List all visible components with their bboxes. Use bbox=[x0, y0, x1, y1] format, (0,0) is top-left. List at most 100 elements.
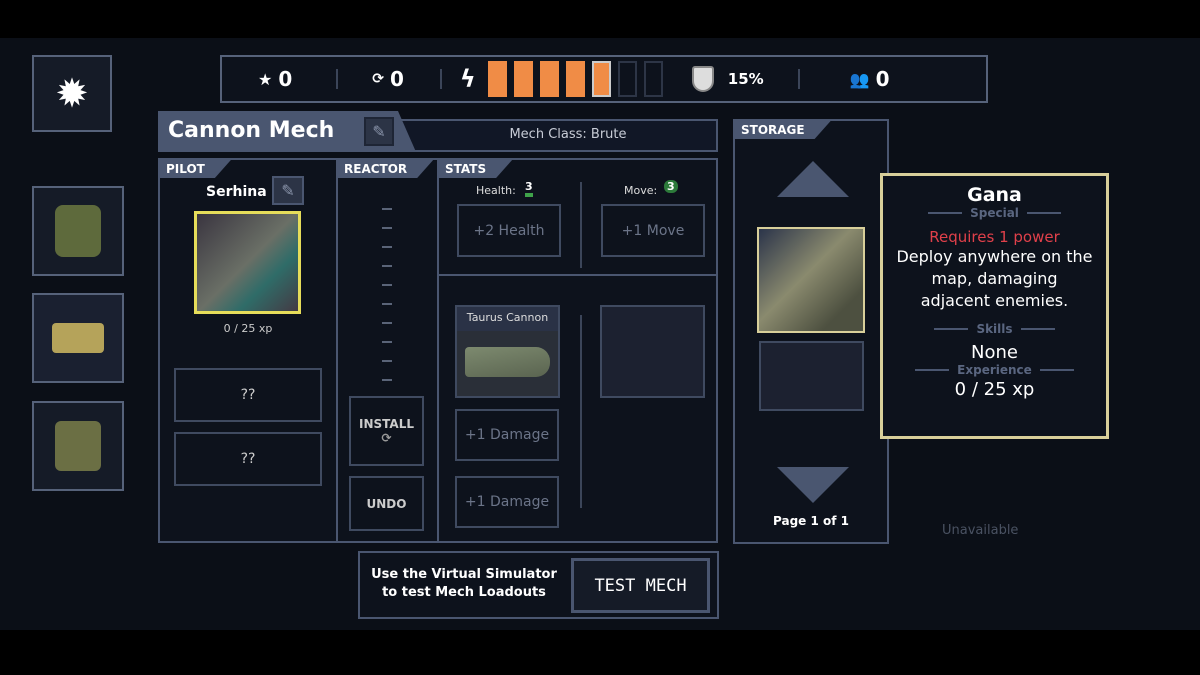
star-counter: ★ 0 bbox=[258, 67, 292, 91]
resource-bar: ★ 0 ⟳ 0 ϟ 15% 👥 0 bbox=[220, 55, 988, 103]
pilot-section: PILOT Serhina ✎ 0 / 25 xp ?? ?? bbox=[160, 160, 336, 540]
power-cell bbox=[643, 61, 663, 97]
mech-select-1[interactable] bbox=[32, 186, 124, 276]
storage-panel: STORAGE Page 1 of 1 bbox=[733, 119, 889, 544]
pencil-icon: ✎ bbox=[281, 181, 295, 200]
reactor-slot bbox=[382, 265, 392, 267]
tooltip-description: Deploy anywhere on the map, damaging adj… bbox=[896, 247, 1093, 310]
power-bar bbox=[487, 61, 670, 97]
storage-slot-empty[interactable] bbox=[759, 341, 864, 411]
pilot-label: PILOT bbox=[160, 160, 231, 178]
stored-pilot-gana[interactable] bbox=[757, 227, 865, 333]
pilot-portrait[interactable] bbox=[194, 211, 301, 314]
reactor-slot bbox=[382, 322, 392, 324]
settings-button[interactable]: ✹ bbox=[32, 55, 112, 132]
reputation-counter: ⟳ 0 bbox=[372, 67, 404, 91]
test-mech-label: TEST MECH bbox=[594, 575, 687, 596]
star-icon: ★ bbox=[258, 69, 273, 89]
mech-select-3[interactable] bbox=[32, 401, 124, 491]
undo-label: UNDO bbox=[366, 496, 407, 511]
reputation-value: 0 bbox=[390, 67, 404, 91]
reactor-label: REACTOR bbox=[338, 160, 433, 178]
special-header: Special bbox=[883, 206, 1106, 220]
mech-class: Mech Class: Brute bbox=[509, 127, 627, 142]
cannon-icon bbox=[465, 347, 550, 377]
power-cell bbox=[591, 61, 611, 97]
pilot-counter: 👥 0 bbox=[850, 67, 890, 91]
reputation-icon: ⟳ bbox=[381, 431, 392, 445]
tooltip-requirement: Requires 1 power bbox=[929, 228, 1060, 246]
weapon-name: Taurus Cannon bbox=[457, 307, 558, 331]
storage-page: Page 1 of 1 bbox=[773, 514, 849, 528]
pilots-value: 0 bbox=[875, 67, 890, 91]
tank-portrait-icon bbox=[52, 323, 104, 353]
move-label: Move: bbox=[624, 184, 658, 197]
map-status: Unavailable bbox=[942, 523, 1019, 538]
storage-label: STORAGE bbox=[735, 121, 831, 139]
pilot-xp: 0 / 25 xp bbox=[223, 322, 273, 335]
pilot-skill-slot-2[interactable]: ?? bbox=[174, 432, 322, 486]
stats-section: STATS Health: 3 Move: 3 +2 Health +1 Mov… bbox=[439, 160, 718, 540]
weapon-slot-empty[interactable] bbox=[600, 305, 705, 398]
simulator-panel: Use the Virtual Simulator to test Mech L… bbox=[358, 551, 719, 619]
undo-button[interactable]: UNDO bbox=[349, 476, 424, 531]
power-cell bbox=[487, 61, 507, 97]
move-upgrade-slot[interactable]: +1 Move bbox=[601, 204, 705, 257]
special-label: Special bbox=[970, 206, 1019, 220]
shield-icon bbox=[691, 66, 714, 92]
reactor-slot bbox=[382, 208, 392, 210]
skill-name: ?? bbox=[240, 387, 256, 403]
gear-icon: ✹ bbox=[55, 70, 89, 117]
upgrade-label: +1 Damage bbox=[464, 494, 550, 510]
upgrade-label: +2 Health bbox=[473, 222, 545, 239]
skills-label: Skills bbox=[976, 322, 1013, 336]
power-cell bbox=[565, 61, 585, 97]
stats-label: STATS bbox=[439, 160, 512, 178]
artillery-portrait-icon bbox=[55, 421, 101, 471]
install-label: INSTALL bbox=[359, 417, 414, 431]
upgrade-label: +1 Move bbox=[621, 222, 685, 239]
rename-pilot-button[interactable]: ✎ bbox=[272, 176, 304, 205]
scroll-down-arrow-icon[interactable] bbox=[777, 467, 849, 503]
tooltip-xp: 0 / 25 xp bbox=[954, 379, 1035, 400]
rename-mech-button[interactable]: ✎ bbox=[364, 117, 394, 146]
install-button[interactable]: INSTALL ⟳ bbox=[349, 396, 424, 466]
reactor-slot bbox=[382, 246, 392, 248]
pilot-skill-slot-1[interactable]: ?? bbox=[174, 368, 322, 422]
power-cell bbox=[617, 61, 637, 97]
skills-header: Skills bbox=[883, 322, 1106, 336]
experience-label: Experience bbox=[957, 363, 1032, 377]
reactor-slot bbox=[382, 303, 392, 305]
weapon-upgrade-slot-2[interactable]: +1 Damage bbox=[455, 476, 559, 528]
power-cell bbox=[513, 61, 533, 97]
reputation-icon: ⟳ bbox=[372, 71, 384, 87]
health-upgrade-slot[interactable]: +2 Health bbox=[457, 204, 561, 257]
stars-value: 0 bbox=[278, 67, 293, 91]
power-cell bbox=[539, 61, 559, 97]
weapon-slot-taurus-cannon[interactable]: Taurus Cannon bbox=[455, 305, 560, 398]
reactor-slot bbox=[382, 341, 392, 343]
mech-name: Cannon Mech bbox=[168, 118, 335, 143]
pilot-tooltip: Gana Special Requires 1 power Deploy any… bbox=[880, 173, 1109, 439]
grid-defense-value: 15% bbox=[727, 70, 764, 88]
reactor-slot bbox=[382, 284, 392, 286]
tooltip-pilot-name: Gana bbox=[967, 184, 1022, 206]
reactor-section: REACTOR INSTALL ⟳ UNDO bbox=[338, 160, 437, 540]
reactor-slot bbox=[382, 227, 392, 229]
test-mech-button[interactable]: TEST MECH bbox=[571, 558, 710, 613]
move-value: 3 bbox=[664, 180, 678, 193]
lightning-icon: ϟ bbox=[459, 65, 476, 93]
pencil-icon: ✎ bbox=[372, 122, 386, 141]
reactor-slot bbox=[382, 379, 392, 381]
health-label: Health: bbox=[476, 184, 516, 197]
mech-select-cannon[interactable] bbox=[32, 293, 124, 383]
upgrade-label: +1 Damage bbox=[464, 427, 550, 443]
mech-title-tab: Cannon Mech ✎ bbox=[158, 111, 416, 152]
skill-name: ?? bbox=[240, 451, 256, 467]
health-value: 3 bbox=[525, 180, 533, 197]
pilot-name: Serhina bbox=[206, 184, 267, 200]
scroll-up-arrow-icon[interactable] bbox=[777, 161, 849, 197]
mech-portrait-icon bbox=[55, 205, 101, 257]
weapon-upgrade-slot-1[interactable]: +1 Damage bbox=[455, 409, 559, 461]
simulator-text: Use the Virtual Simulator to test Mech L… bbox=[371, 567, 557, 600]
